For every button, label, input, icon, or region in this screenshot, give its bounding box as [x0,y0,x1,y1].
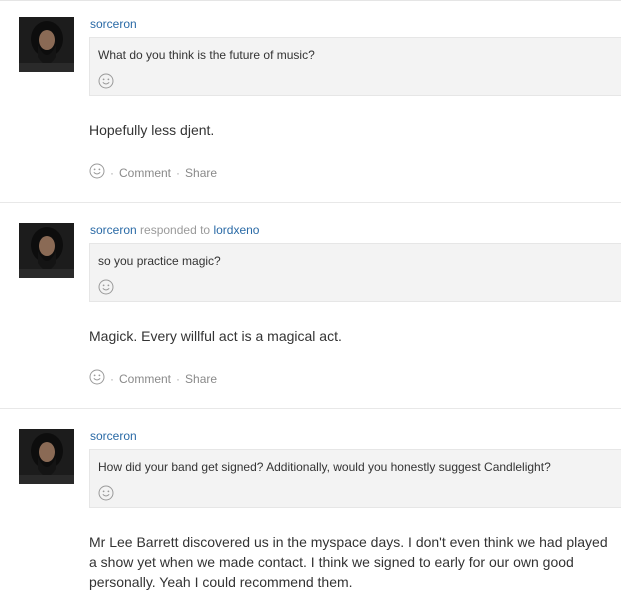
post-divider [0,408,621,409]
top-divider [0,0,621,1]
separator: · [176,371,181,386]
answer-text: Hopefully less djent. [89,122,215,138]
responded-to-label: responded to [140,223,211,237]
smiley-icon[interactable] [89,163,105,182]
username-link[interactable]: sorceron [90,223,137,237]
separator: · [110,371,114,386]
answer-text: Magick. Every willful act is a magical a… [89,328,342,344]
smiley-icon[interactable] [98,485,114,506]
separator: · [176,165,181,180]
post-divider [0,202,621,203]
avatar[interactable] [19,223,74,278]
answer-feed: sorceron What do you think is the future… [0,0,621,609]
share-link[interactable]: Share [185,166,217,180]
username-link[interactable]: sorceron [90,429,137,443]
share-link[interactable]: Share [185,372,217,386]
post-header: sorceron [90,17,137,31]
post-actions: · Comment · Share [89,163,217,182]
question-text: so you practice magic? [98,254,221,268]
question-box: What do you think is the future of music… [89,37,621,96]
responded-to-user-link[interactable]: lordxeno [213,223,259,237]
question-box: How did your band get signed? Additional… [89,449,621,508]
smiley-icon[interactable] [89,369,105,388]
smiley-icon[interactable] [98,73,114,94]
post-header: sorceron [90,429,137,443]
avatar[interactable] [19,429,74,484]
question-text: What do you think is the future of music… [98,48,315,62]
question-box: so you practice magic? [89,243,621,302]
post-actions: · Comment · Share [89,369,217,388]
separator: · [110,165,114,180]
post-header: sorceron responded to lordxeno [90,223,259,237]
smiley-icon[interactable] [98,279,114,300]
comment-link[interactable]: Comment [119,372,171,386]
question-text: How did your band get signed? Additional… [98,460,551,474]
answer-text: Mr Lee Barrett discovered us in the mysp… [89,534,608,590]
username-link[interactable]: sorceron [90,17,137,31]
comment-link[interactable]: Comment [119,166,171,180]
avatar[interactable] [19,17,74,72]
